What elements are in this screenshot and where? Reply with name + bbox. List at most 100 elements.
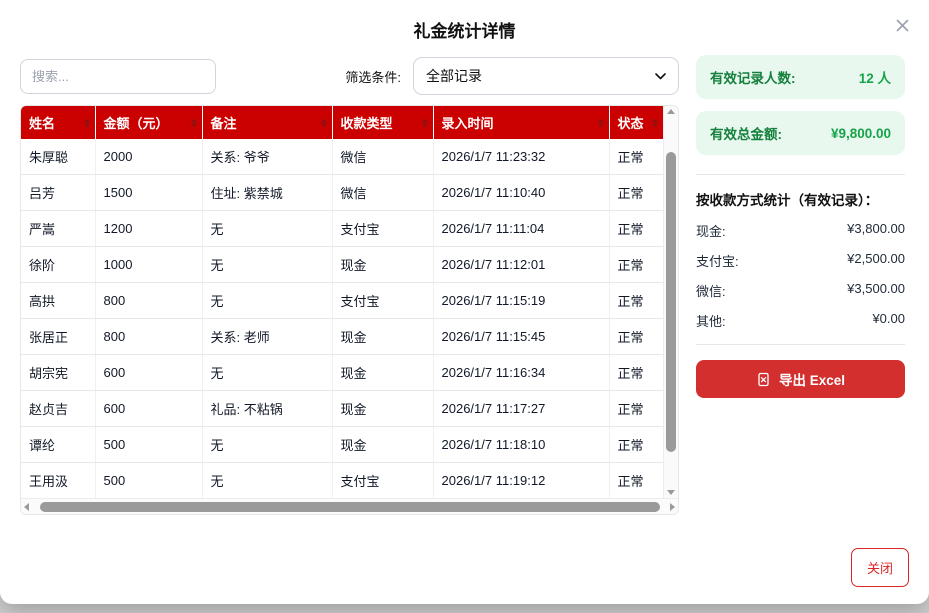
cell-method: 现金	[332, 391, 433, 427]
table-row: 高拱800无支付宝2026/1/7 11:15:19正常	[21, 283, 663, 319]
cell-method: 支付宝	[332, 211, 433, 247]
cell-name: 徐阶	[21, 247, 95, 283]
table-row: 王用汲500无支付宝2026/1/7 11:19:12正常	[21, 463, 663, 499]
valid-total-value: ¥9,800.00	[831, 126, 891, 141]
main-area: 筛选条件: 全部记录	[20, 51, 679, 515]
cell-note: 无	[202, 463, 332, 499]
cell-amount: 1500	[95, 175, 202, 211]
column-header-name[interactable]: 姓名	[21, 106, 95, 139]
cell-method: 现金	[332, 355, 433, 391]
cell-status: 正常	[609, 391, 663, 427]
cell-status: 正常	[609, 463, 663, 499]
cell-amount: 1200	[95, 211, 202, 247]
export-excel-label: 导出 Excel	[779, 369, 845, 389]
records-table-container: 姓名 金额（元） 备注 收款类型 录入时间 状态 朱厚聪2000关系: 爷爷微信…	[20, 105, 679, 515]
cell-time: 2026/1/7 11:16:34	[433, 355, 609, 391]
column-header-amount[interactable]: 金额（元）	[95, 106, 202, 139]
cell-amount: 800	[95, 283, 202, 319]
cell-note: 住址: 紫禁城	[202, 175, 332, 211]
cell-name: 吕芳	[21, 175, 95, 211]
cell-method: 微信	[332, 175, 433, 211]
cell-time: 2026/1/7 11:19:12	[433, 463, 609, 499]
method-row-alipay: 支付宝: ¥2,500.00	[696, 251, 905, 270]
sort-icon	[652, 118, 658, 127]
cell-status: 正常	[609, 175, 663, 211]
cell-time: 2026/1/7 11:18:10	[433, 427, 609, 463]
method-row-cash: 现金: ¥3,800.00	[696, 221, 905, 240]
excel-icon	[756, 372, 771, 387]
close-footer-button[interactable]: 关闭	[851, 548, 909, 587]
cell-method: 支付宝	[332, 463, 433, 499]
cell-method: 支付宝	[332, 283, 433, 319]
cell-time: 2026/1/7 11:12:01	[433, 247, 609, 283]
column-header-time[interactable]: 录入时间	[433, 106, 609, 139]
method-label: 微信:	[696, 281, 726, 300]
horizontal-scrollbar-thumb[interactable]	[40, 502, 660, 512]
cell-amount: 600	[95, 391, 202, 427]
valid-total-card: 有效总金额: ¥9,800.00	[696, 111, 905, 155]
table-row: 徐阶1000无现金2026/1/7 11:12:01正常	[21, 247, 663, 283]
cell-note: 无	[202, 283, 332, 319]
scroll-down-arrow-icon[interactable]	[667, 490, 675, 495]
table-row: 朱厚聪2000关系: 爷爷微信2026/1/7 11:23:32正常	[21, 139, 663, 175]
table-scroll-row: 姓名 金额（元） 备注 收款类型 录入时间 状态 朱厚聪2000关系: 爷爷微信…	[21, 106, 678, 498]
sort-icon	[191, 118, 197, 127]
scroll-left-arrow-icon[interactable]	[24, 503, 29, 511]
column-header-note[interactable]: 备注	[202, 106, 332, 139]
scroll-up-arrow-icon[interactable]	[667, 109, 675, 114]
cell-note: 无	[202, 211, 332, 247]
method-value: ¥3,500.00	[847, 281, 905, 300]
valid-total-label: 有效总金额:	[710, 123, 782, 143]
cell-time: 2026/1/7 11:15:19	[433, 283, 609, 319]
filter-select-value: 全部记录	[426, 66, 655, 86]
table-row: 严嵩1200无支付宝2026/1/7 11:11:04正常	[21, 211, 663, 247]
cell-name: 朱厚聪	[21, 139, 95, 175]
cell-note: 无	[202, 247, 332, 283]
cell-time: 2026/1/7 11:15:45	[433, 319, 609, 355]
cell-status: 正常	[609, 211, 663, 247]
chevron-down-icon	[655, 73, 666, 80]
cell-amount: 1000	[95, 247, 202, 283]
cell-amount: 500	[95, 427, 202, 463]
cell-name: 高拱	[21, 283, 95, 319]
vertical-scrollbar-thumb[interactable]	[666, 152, 676, 452]
cell-status: 正常	[609, 139, 663, 175]
cell-time: 2026/1/7 11:10:40	[433, 175, 609, 211]
column-header-status[interactable]: 状态	[609, 106, 663, 139]
sort-icon	[598, 118, 604, 127]
cell-status: 正常	[609, 319, 663, 355]
cell-method: 现金	[332, 427, 433, 463]
column-header-method[interactable]: 收款类型	[332, 106, 433, 139]
valid-count-value: 12 人	[859, 67, 891, 87]
method-value: ¥3,800.00	[847, 221, 905, 240]
cell-status: 正常	[609, 427, 663, 463]
cell-name: 赵贞吉	[21, 391, 95, 427]
cell-note: 无	[202, 355, 332, 391]
method-label: 现金:	[696, 221, 726, 240]
method-value: ¥0.00	[872, 311, 905, 330]
cell-method: 现金	[332, 247, 433, 283]
table-row: 谭纶500无现金2026/1/7 11:18:10正常	[21, 427, 663, 463]
cell-note: 关系: 爷爷	[202, 139, 332, 175]
sort-icon	[422, 118, 428, 127]
horizontal-scrollbar[interactable]	[21, 498, 678, 514]
cell-name: 胡宗宪	[21, 355, 95, 391]
close-button[interactable]	[891, 14, 913, 36]
scroll-right-arrow-icon[interactable]	[670, 503, 675, 511]
vertical-scrollbar[interactable]	[663, 106, 678, 498]
cell-status: 正常	[609, 247, 663, 283]
export-excel-button[interactable]: 导出 Excel	[696, 360, 905, 398]
records-table: 姓名 金额（元） 备注 收款类型 录入时间 状态 朱厚聪2000关系: 爷爷微信…	[21, 106, 663, 498]
filter-select[interactable]: 全部记录	[413, 57, 679, 95]
cell-note: 关系: 老师	[202, 319, 332, 355]
cell-amount: 800	[95, 319, 202, 355]
search-input[interactable]	[20, 59, 216, 94]
cell-name: 谭纶	[21, 427, 95, 463]
divider	[696, 174, 905, 175]
cell-time: 2026/1/7 11:11:04	[433, 211, 609, 247]
cell-name: 王用汲	[21, 463, 95, 499]
method-row-other: 其他: ¥0.00	[696, 311, 905, 330]
cell-amount: 600	[95, 355, 202, 391]
table-row: 吕芳1500住址: 紫禁城微信2026/1/7 11:10:40正常	[21, 175, 663, 211]
sort-icon	[84, 118, 90, 127]
